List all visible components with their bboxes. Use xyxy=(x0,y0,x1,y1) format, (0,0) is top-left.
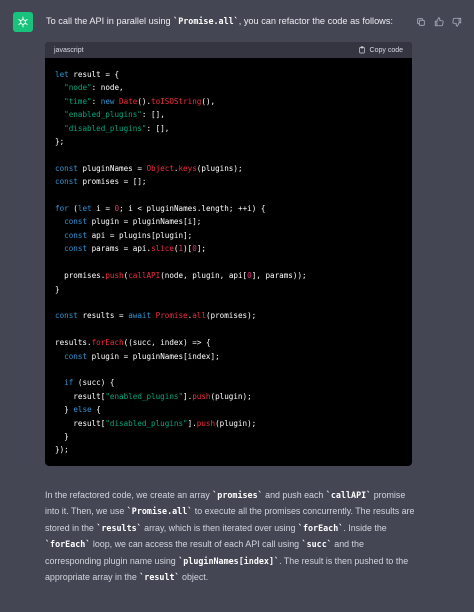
code-block-header: javascript Copy code xyxy=(45,42,412,58)
code-line: const results = await Promise.all(promis… xyxy=(55,311,257,321)
code-line: const params = api.slice(1)[0]; xyxy=(64,244,206,254)
code-block: javascript Copy code let result = { "nod… xyxy=(45,42,412,466)
code-line: for (let i = 0; i < pluginNames.length; … xyxy=(55,204,266,214)
code-line: result["enabled_plugins"].push(plugin); xyxy=(73,391,252,401)
inline-code: `result` xyxy=(139,572,180,583)
code-line: const plugin = pluginNames[index]; xyxy=(64,351,220,361)
code-line: promises.push(callAPI(node, plugin, api[… xyxy=(64,271,307,281)
code-content: let result = { "node": node, "time": new… xyxy=(45,58,412,457)
thumbs-down-icon[interactable] xyxy=(452,14,462,27)
explanation-text: In the refactored code, we create an arr… xyxy=(45,490,213,500)
code-line: ​ xyxy=(55,363,402,376)
code-line: const pluginNames = Object.keys(plugins)… xyxy=(55,163,243,173)
code-line: } xyxy=(55,284,60,294)
explanation-text: . Inside the xyxy=(343,522,387,533)
code-line: const plugin = pluginNames[i]; xyxy=(64,217,202,227)
explanation-text: loop, we can access the result of each A… xyxy=(90,539,302,550)
inline-code: `forEach` xyxy=(297,522,344,533)
code-line: "disabled_plugins": [], xyxy=(64,123,170,133)
code-line: ​ xyxy=(55,323,402,336)
code-line: }; xyxy=(55,137,65,147)
explanation-text: and push each xyxy=(262,490,326,500)
code-line: ​ xyxy=(55,256,402,269)
code-line: const promises = []; xyxy=(55,177,147,187)
inline-code: `results` xyxy=(96,522,142,533)
intro-text-after: , you can refactor the code as follows: xyxy=(238,16,393,26)
assistant-avatar xyxy=(13,12,33,32)
clipboard-icon xyxy=(358,46,365,54)
message-intro: To call the API in parallel using `Promi… xyxy=(46,14,416,28)
code-line: results.forEach((succ, index) => { xyxy=(55,338,211,348)
explanation-text: object. xyxy=(179,572,209,583)
intro-text-before: To call the API in parallel using xyxy=(46,16,174,26)
openai-logo-icon xyxy=(18,16,28,28)
message-actions xyxy=(416,14,462,27)
code-line: result["disabled_plugins"].push(plugin); xyxy=(73,418,257,428)
inline-code: `forEach` xyxy=(45,539,91,550)
code-line: } else { xyxy=(64,405,101,415)
code-line: ​ xyxy=(55,296,402,309)
code-line: "time": new Date().toISOString(), xyxy=(64,96,216,106)
inline-code: `Promise.all` xyxy=(126,506,193,517)
code-line: "enabled_plugins": [], xyxy=(64,110,165,120)
explanation-paragraph: In the refactored code, we create an arr… xyxy=(45,487,417,585)
copy-code-label: Copy code xyxy=(369,46,403,54)
inline-code: `pluginNames[index]` xyxy=(178,555,280,566)
explanation-text: array, which is then iterated over using xyxy=(141,522,298,533)
inline-code: `promises` xyxy=(212,490,263,500)
code-line: }); xyxy=(55,445,69,455)
copy-code-button[interactable]: Copy code xyxy=(358,46,403,54)
code-language-label: javascript xyxy=(54,46,84,54)
code-line: const api = plugins[plugin]; xyxy=(64,230,193,240)
code-line: if (succ) { xyxy=(64,378,115,388)
intro-inline-code: `Promise.all` xyxy=(173,16,239,26)
code-line: ​ xyxy=(55,189,402,202)
code-line: } xyxy=(64,431,69,441)
code-line: let result = { xyxy=(55,70,120,79)
thumbs-up-icon[interactable] xyxy=(434,14,444,27)
inline-code: `callAPI` xyxy=(325,490,372,500)
copy-icon[interactable] xyxy=(416,14,426,26)
inline-code: `succ` xyxy=(301,539,332,550)
code-line: "node": node, xyxy=(64,83,124,93)
code-line: ​ xyxy=(55,148,402,161)
